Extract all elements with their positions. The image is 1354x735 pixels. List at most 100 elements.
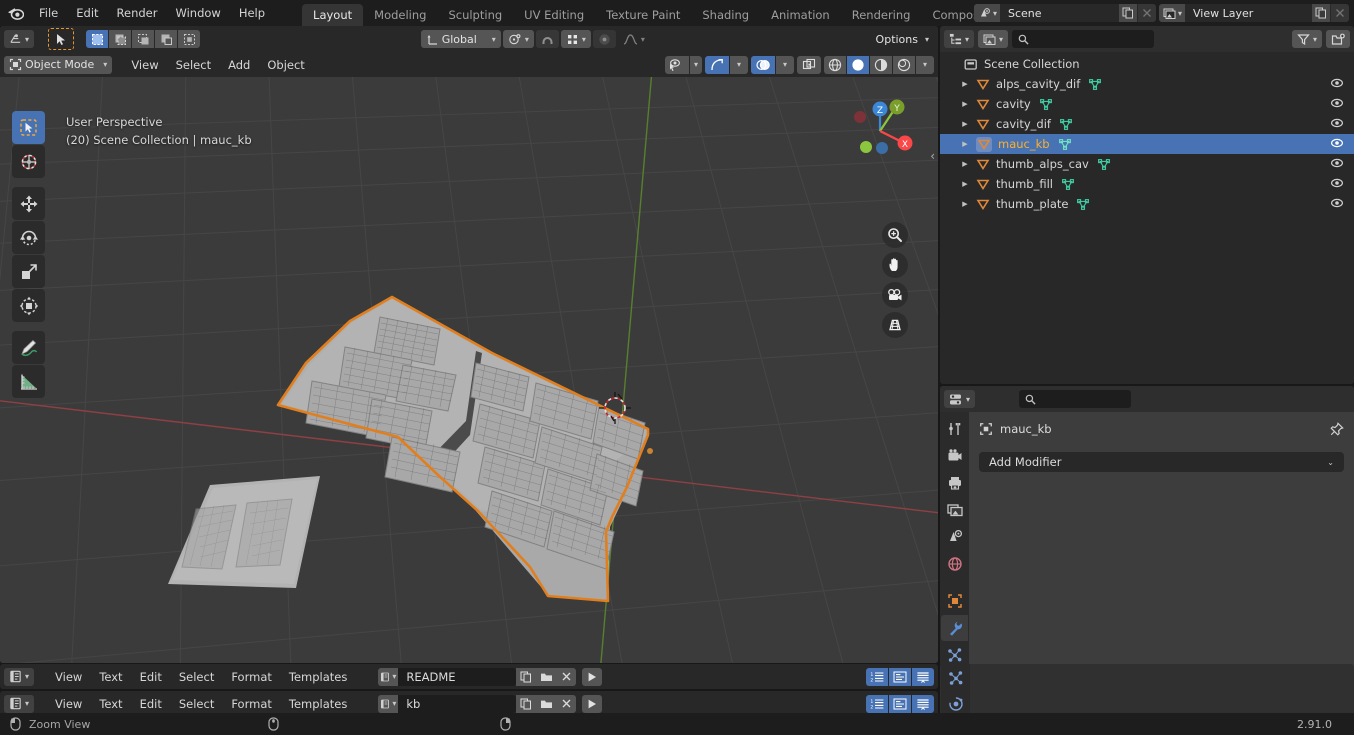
pin-icon[interactable] [1329, 422, 1344, 437]
properties-tab-tool[interactable] [941, 416, 968, 442]
outliner-item-thumb-plate[interactable]: ▶ thumb_plate [940, 194, 1354, 214]
select-invert-icon[interactable] [155, 30, 178, 48]
menu-file[interactable]: File [30, 3, 67, 23]
tool-select-box[interactable] [12, 111, 45, 144]
new-text-icon-1[interactable] [516, 667, 537, 686]
viewport-sidebar-toggle[interactable]: ‹ [930, 149, 935, 163]
object-visibility-icon[interactable] [664, 55, 689, 74]
expand-arrow-icon[interactable]: ▶ [958, 80, 972, 88]
menu-help[interactable]: Help [230, 3, 274, 23]
tool-cursor[interactable] [12, 145, 45, 178]
text-menu-text-2[interactable]: Text [92, 695, 129, 713]
outliner-item-thumb-fill[interactable]: ▶ thumb_fill [940, 174, 1354, 194]
properties-tab-modifier[interactable] [941, 615, 968, 641]
select-intersect-icon[interactable] [178, 30, 201, 48]
view-layer-selector[interactable]: ▾ View Layer [1158, 4, 1349, 22]
pan-view-button[interactable] [882, 252, 908, 278]
new-view-layer-icon[interactable] [1312, 4, 1330, 22]
tool-measure[interactable] [12, 365, 45, 398]
outliner-search-input[interactable] [1012, 30, 1155, 48]
viewport-menu-view[interactable]: View [124, 56, 165, 74]
camera-view-button[interactable] [882, 282, 908, 308]
visibility-eye-icon[interactable] [1330, 177, 1344, 189]
text-menu-edit-2[interactable]: Edit [133, 695, 169, 713]
text-filename-1[interactable]: README [398, 667, 517, 686]
unlink-scene-icon[interactable] [1137, 4, 1156, 22]
properties-tab-particles-lower[interactable] [942, 665, 969, 690]
editor-type-3dview-icon[interactable]: ▾ [4, 30, 35, 48]
workspace-tab-uv-editing[interactable]: UV Editing [513, 4, 595, 26]
unlink-text-icon-2[interactable] [556, 694, 577, 713]
expand-arrow-icon[interactable]: ▶ [958, 100, 972, 108]
transform-orientation-selector[interactable]: Global ▾ [420, 30, 501, 48]
unlink-text-icon-1[interactable] [556, 667, 577, 686]
word-wrap-icon-1[interactable] [889, 667, 911, 686]
navigation-gizmo[interactable]: Z Y X [844, 95, 914, 165]
workspace-tab-animation[interactable]: Animation [760, 4, 841, 26]
visibility-eye-icon[interactable] [1330, 197, 1344, 209]
tool-rotate[interactable] [12, 221, 45, 254]
properties-tab-render[interactable] [941, 443, 968, 469]
menu-window[interactable]: Window [166, 3, 229, 23]
select-subtract-icon[interactable] [132, 30, 155, 48]
text-menu-select-1[interactable]: Select [172, 668, 221, 686]
word-wrap-icon-2[interactable] [889, 694, 911, 713]
tool-scale[interactable] [12, 255, 45, 288]
shading-rendered-icon[interactable] [893, 55, 915, 74]
viewport-menu-select[interactable]: Select [169, 56, 218, 74]
outliner-filter-button[interactable]: ▾ [1292, 30, 1323, 48]
snap-magnet-icon[interactable] [535, 30, 559, 48]
select-extend-icon[interactable] [109, 30, 132, 48]
tool-annotate[interactable] [12, 331, 45, 364]
editor-type-properties-icon[interactable]: ▾ [944, 390, 976, 408]
outliner-item-cavity[interactable]: ▶ cavity [940, 94, 1354, 114]
text-menu-format-2[interactable]: Format [224, 695, 279, 713]
properties-search-input[interactable] [1019, 390, 1132, 408]
workspace-tab-sculpting[interactable]: Sculpting [437, 4, 513, 26]
run-script-icon-2[interactable] [582, 694, 603, 713]
outliner-root-scene-collection[interactable]: ▶ Scene Collection [940, 54, 1354, 74]
text-menu-templates-2[interactable]: Templates [282, 695, 354, 713]
expand-arrow-icon[interactable]: ▶ [958, 140, 972, 148]
new-collection-button[interactable] [1326, 30, 1351, 48]
properties-tab-object[interactable] [941, 588, 968, 614]
gizmo-dropdown[interactable]: ▾ [730, 55, 748, 74]
visibility-eye-icon[interactable] [1330, 137, 1344, 149]
text-menu-select-2[interactable]: Select [172, 695, 221, 713]
shading-dropdown[interactable]: ▾ [916, 55, 934, 74]
object-mode-selector[interactable]: Object Mode ▾ [4, 55, 113, 74]
active-tool-indicator[interactable] [48, 28, 75, 50]
visibility-eye-icon[interactable] [1330, 97, 1344, 109]
outliner-item-mauc-kb[interactable]: ▶ mauc_kb [940, 134, 1354, 154]
text-datablock-selector-2[interactable]: ▾ kb [378, 694, 603, 713]
visibility-eye-icon[interactable] [1330, 117, 1344, 129]
text-menu-templates-1[interactable]: Templates [282, 668, 354, 686]
viewport-menu-object[interactable]: Object [260, 56, 311, 74]
workspace-tab-layout[interactable]: Layout [302, 4, 364, 26]
viewport-menu-add[interactable]: Add [221, 56, 257, 74]
scene-selector[interactable]: ▾ Scene [973, 4, 1156, 22]
line-numbers-icon-2[interactable]: 12 [866, 694, 888, 713]
xray-toggle-icon[interactable] [797, 55, 821, 74]
new-text-icon-2[interactable] [516, 694, 537, 713]
properties-tab-scene[interactable] [941, 524, 968, 550]
line-numbers-icon-1[interactable]: 12 [866, 667, 888, 686]
workspace-tab-shading[interactable]: Shading [691, 4, 760, 26]
overlays-dropdown[interactable]: ▾ [776, 55, 794, 74]
shading-wireframe-icon[interactable] [824, 55, 846, 74]
select-set-new-icon[interactable] [86, 30, 109, 48]
text-datablock-selector-1[interactable]: ▾ README [378, 667, 603, 686]
blender-logo-icon[interactable] [0, 6, 30, 20]
open-text-icon-2[interactable] [536, 694, 557, 713]
menu-edit[interactable]: Edit [67, 3, 107, 23]
workspace-tab-texture-paint[interactable]: Texture Paint [595, 4, 691, 26]
outliner-display-mode[interactable]: ▾ [978, 30, 1009, 48]
expand-arrow-icon[interactable]: ▶ [958, 200, 972, 208]
shading-material-preview-icon[interactable] [870, 55, 892, 74]
overlays-icon[interactable] [751, 55, 775, 74]
editor-type-outliner-icon[interactable]: ▾ [944, 30, 975, 48]
viewport-options-menu[interactable]: Options ▾ [871, 30, 934, 48]
tool-transform[interactable] [12, 289, 45, 322]
outliner-item-alps-cavity-dif[interactable]: ▶ alps_cavity_dif [940, 74, 1354, 94]
add-modifier-button[interactable]: Add Modifier ⌄ [979, 452, 1344, 472]
